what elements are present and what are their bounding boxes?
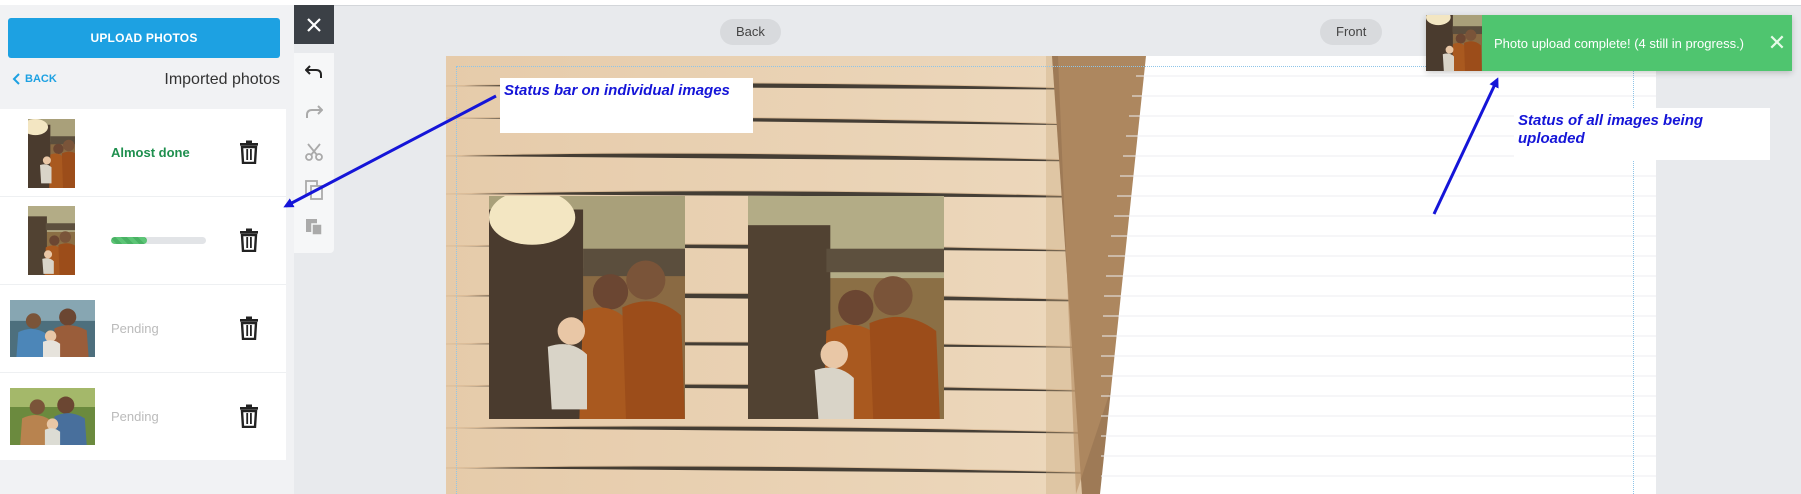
photo-list-item: Pending — [0, 285, 286, 373]
upload-toast: Photo upload complete! (4 still in progr… — [1426, 15, 1792, 71]
toast-thumbnail — [1426, 15, 1482, 71]
cut-icon — [305, 143, 323, 161]
back-page-label[interactable]: Back — [720, 19, 781, 45]
photo-list: Almost done Pending Pending — [0, 109, 286, 460]
trash-icon — [238, 228, 260, 252]
toast-message: Photo upload complete! (4 still in progr… — [1494, 35, 1745, 51]
photo-thumbnail — [28, 206, 75, 275]
redo-button[interactable] — [303, 101, 325, 123]
close-icon — [307, 17, 321, 32]
delete-photo-button[interactable] — [238, 228, 260, 252]
cut-button[interactable] — [303, 141, 325, 163]
delete-photo-button[interactable] — [238, 404, 260, 428]
trash-icon — [238, 140, 260, 164]
paste-button[interactable] — [303, 215, 325, 237]
chevron-left-icon — [12, 73, 20, 85]
trash-icon — [238, 404, 260, 428]
close-panel-button[interactable] — [294, 5, 334, 44]
annotation-overall-status: Status of all images being uploaded — [1514, 108, 1770, 160]
copy-button[interactable] — [303, 179, 325, 201]
back-link[interactable]: BACK — [12, 73, 57, 85]
copy-icon — [305, 180, 323, 200]
photo-thumbnail — [28, 119, 75, 188]
paste-icon — [306, 219, 323, 236]
toast-close-button[interactable]: ✕ — [1762, 15, 1792, 71]
canvas-photo[interactable] — [748, 196, 944, 419]
delete-photo-button[interactable] — [238, 316, 260, 340]
upload-progress-bar — [111, 237, 206, 244]
upload-status-text: Almost done — [111, 145, 190, 160]
canvas-photo[interactable] — [489, 196, 685, 419]
photo-list-item: Almost done — [0, 109, 286, 197]
upload-progress-fill — [111, 237, 148, 244]
back-link-label: BACK — [25, 73, 57, 85]
redo-icon — [306, 105, 323, 118]
annotation-individual-status: Status bar on individual images — [500, 78, 753, 133]
photo-thumbnail — [10, 300, 95, 357]
edit-toolbar — [294, 53, 334, 253]
imported-photos-sidebar: UPLOAD PHOTOS BACK Imported photos Almos… — [0, 5, 294, 494]
delete-photo-button[interactable] — [238, 140, 260, 164]
photo-list-item — [0, 197, 286, 285]
photo-list-item: Pending — [0, 373, 286, 460]
sidebar-title: Imported photos — [164, 71, 280, 88]
upload-status-text: Pending — [111, 409, 159, 424]
photo-thumbnail — [10, 388, 95, 445]
undo-icon — [305, 65, 322, 78]
undo-button[interactable] — [303, 61, 325, 83]
upload-photos-button[interactable]: UPLOAD PHOTOS — [8, 18, 280, 58]
trash-icon — [238, 316, 260, 340]
front-page-label[interactable]: Front — [1320, 19, 1383, 45]
upload-status-text: Pending — [111, 321, 159, 336]
